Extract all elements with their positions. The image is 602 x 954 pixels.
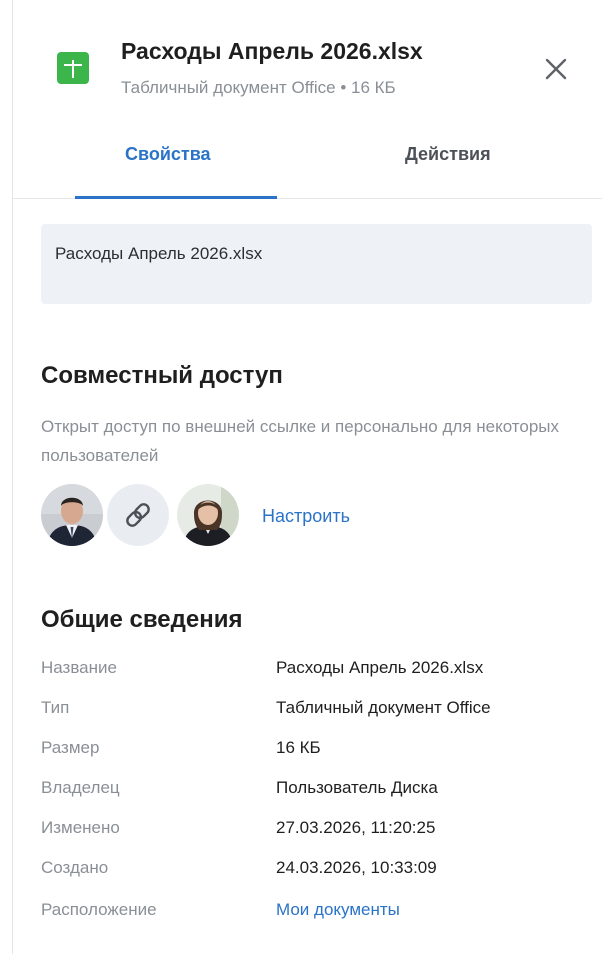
file-subtitle: Табличный документ Office • 16 КБ [121, 78, 396, 97]
info-label-created: Создано [41, 858, 109, 877]
info-value-type: Табличный документ Office [276, 698, 491, 717]
close-icon[interactable] [541, 54, 571, 84]
file-name-value: Расходы Апрель 2026.xlsx [55, 244, 263, 263]
info-label-size: Размер [41, 738, 100, 757]
info-label-type: Тип [41, 698, 70, 717]
user-avatar-man[interactable] [41, 484, 103, 546]
shared-link-button[interactable] [107, 484, 169, 546]
sharing-heading: Совместный доступ [41, 362, 283, 389]
info-value-size: 16 КБ [276, 738, 321, 757]
active-tab-indicator [75, 196, 277, 199]
info-label-location: Расположение [41, 900, 157, 919]
file-name-field[interactable]: Расходы Апрель 2026.xlsx [41, 224, 592, 304]
link-icon [126, 503, 150, 527]
info-value-name: Расходы Апрель 2026.xlsx [276, 658, 484, 677]
user-avatar-woman[interactable] [177, 484, 239, 546]
tab-bar: Свойства Действия [13, 120, 602, 199]
location-link[interactable]: Мои документы [276, 900, 400, 920]
file-title: Расходы Апрель 2026.xlsx [121, 38, 423, 64]
info-label-modified: Изменено [41, 818, 120, 837]
info-label-name: Название [41, 658, 117, 677]
tab-actions[interactable]: Действия [405, 144, 491, 165]
configure-access-link[interactable]: Настроить [262, 506, 350, 527]
info-value-created: 24.03.2026, 10:33:09 [276, 858, 437, 877]
general-info-heading: Общие сведения [41, 606, 243, 633]
file-properties-panel: Расходы Апрель 2026.xlsx Табличный докум… [12, 0, 602, 954]
info-value-owner: Пользователь Диска [276, 778, 438, 797]
sharing-description: Открыт доступ по внешней ссылке и персон… [41, 417, 560, 465]
spreadsheet-icon [57, 52, 89, 84]
info-value-modified: 27.03.2026, 11:20:25 [276, 818, 436, 837]
info-label-owner: Владелец [41, 778, 120, 797]
tab-properties[interactable]: Свойства [125, 144, 211, 165]
panel-header: Расходы Апрель 2026.xlsx Табличный докум… [13, 0, 602, 120]
